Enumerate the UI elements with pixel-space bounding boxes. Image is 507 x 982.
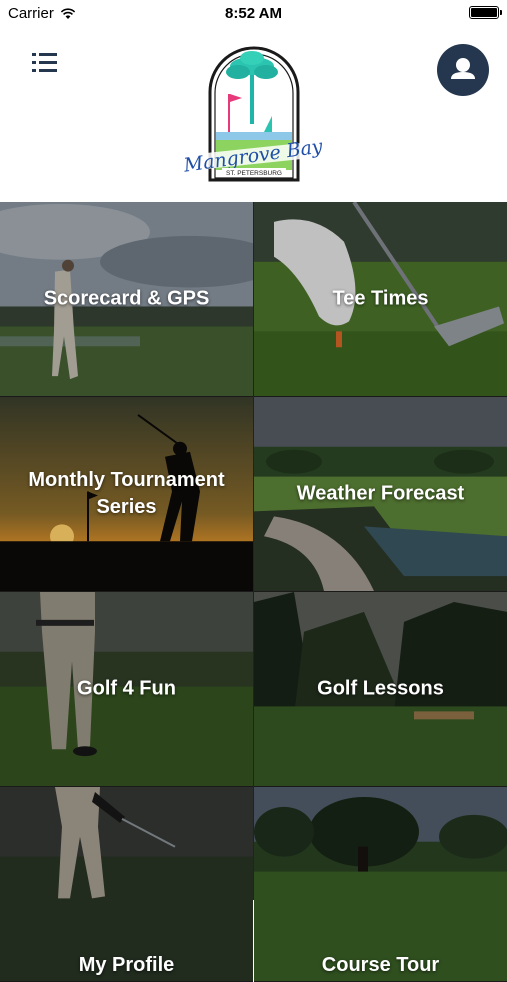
tile-label: Monthly Tournament Series <box>28 469 225 518</box>
tile-label: Golf Lessons <box>317 677 444 700</box>
feature-grid: Scorecard & GPS Tee Times Monthly Tourna… <box>0 202 507 982</box>
tile-golf-lessons[interactable]: Golf Lessons <box>254 592 507 787</box>
mangrove-bay-logo: Mangrove Bay ST. PETERSBURG <box>176 44 332 202</box>
tile-monthly-tournament[interactable]: Monthly Tournament Series <box>0 397 253 592</box>
battery-icon <box>469 6 502 19</box>
tile-label: Weather Forecast <box>296 482 465 505</box>
tile-label: Tee Times <box>332 287 429 310</box>
tile-label: Scorecard & GPS <box>43 287 210 310</box>
list-menu-icon <box>32 53 57 72</box>
logo-subtext: ST. PETERSBURG <box>226 170 282 177</box>
tile-golf-4-fun[interactable]: Golf 4 Fun <box>0 592 253 787</box>
tile-label: Golf 4 Fun <box>77 677 176 700</box>
status-bar: Carrier 8:52 AM <box>0 0 507 28</box>
tile-label: Course Tour <box>321 954 440 976</box>
profile-button[interactable] <box>437 44 489 96</box>
user-icon <box>451 58 475 79</box>
menu-button[interactable] <box>30 50 60 76</box>
clock: 8:52 AM <box>225 5 282 22</box>
battery-level <box>471 8 497 17</box>
tile-my-profile[interactable]: My Profile <box>0 787 253 982</box>
header: Mangrove Bay ST. PETERSBURG <box>0 28 507 202</box>
tile-course-tour[interactable]: Course Tour <box>254 787 507 982</box>
tile-weather-forecast[interactable]: Weather Forecast <box>254 397 507 592</box>
tile-label: My Profile <box>78 954 175 976</box>
tile-tee-times[interactable]: Tee Times <box>254 202 507 397</box>
tile-scorecard-gps[interactable]: Scorecard & GPS <box>0 202 253 397</box>
